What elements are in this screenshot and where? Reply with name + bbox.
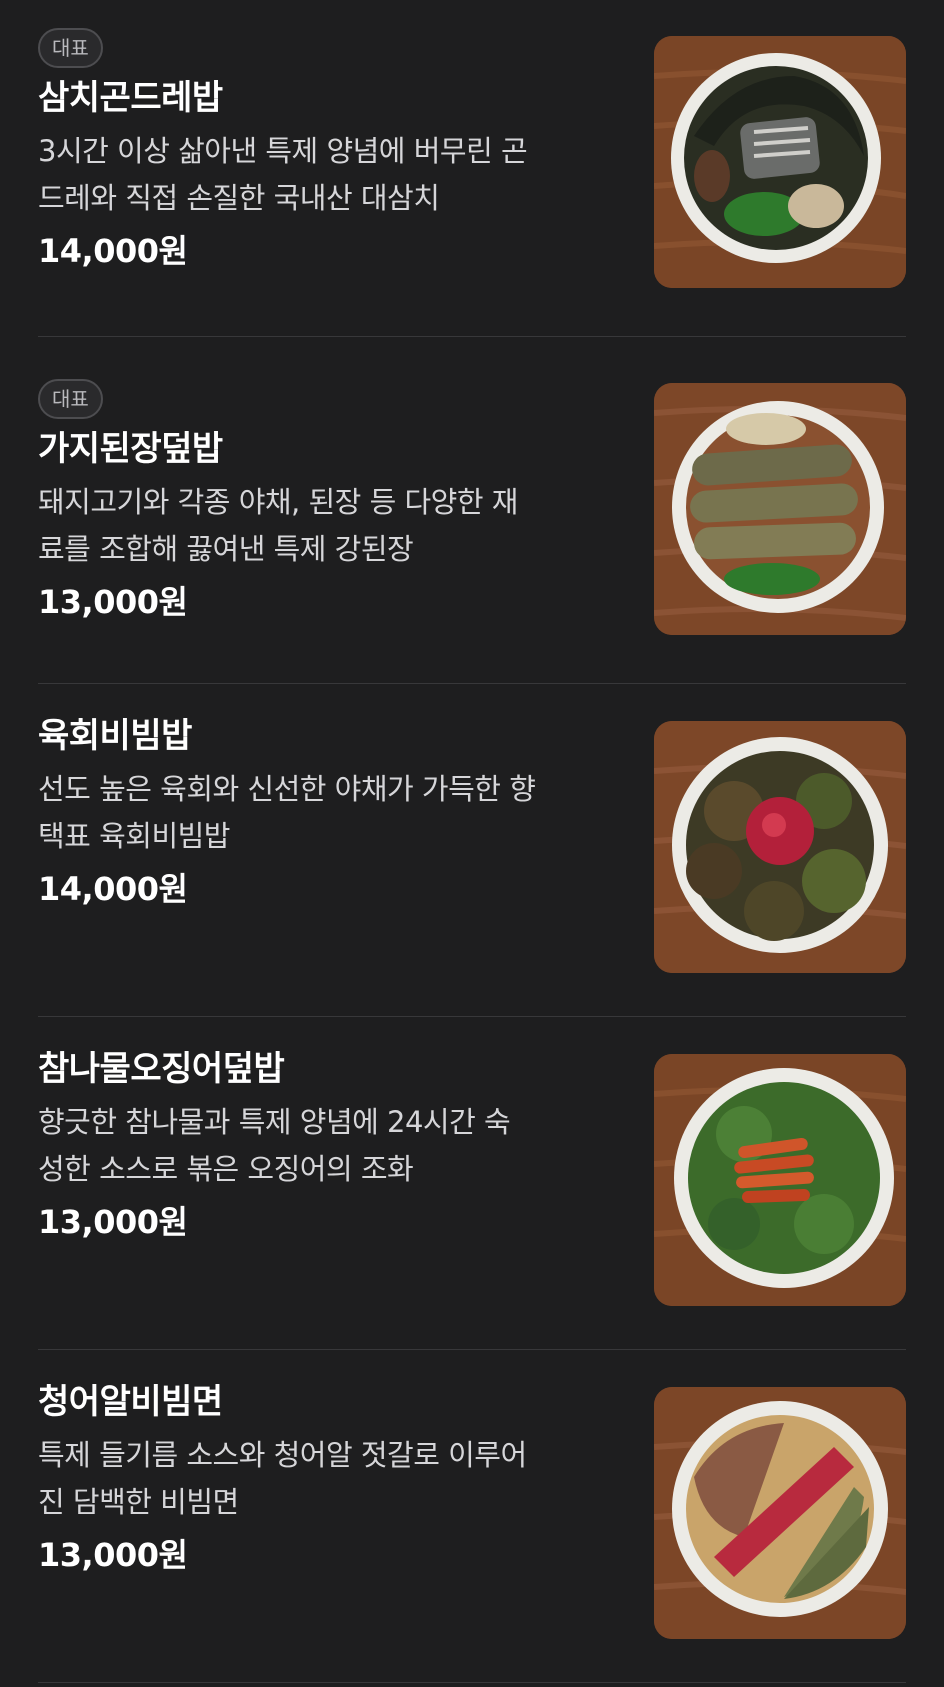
menu-item-description: 향긋한 참나물과 특제 양념에 24시간 숙 성한 소스로 볶은 오징어의 조화 — [38, 1099, 608, 1193]
signature-badge: 대표 — [38, 28, 103, 68]
description-line: 택표 육회비빔밥 — [38, 819, 230, 853]
menu-item-description: 돼지고기와 각종 야채, 된장 등 다양한 재 료를 조합해 끓여낸 특제 강된… — [38, 479, 608, 573]
menu-item-price: 14,000원 — [38, 870, 188, 908]
description-line: 성한 소스로 볶은 오징어의 조화 — [38, 1152, 414, 1186]
signature-badge: 대표 — [38, 379, 103, 419]
menu-item-samchi-gondre-bap[interactable]: 대표 삼치곤드레밥 3시간 이상 삶아낸 특제 양념에 버무린 곤 드레와 직접… — [38, 0, 906, 337]
menu-item-text: 참나물오징어덮밥 향긋한 참나물과 특제 양념에 24시간 숙 성한 소스로 볶… — [38, 1047, 608, 1247]
menu-item-name: 청어알비빔면 — [38, 1382, 223, 1422]
chamnamul-squid-bowl-photo[interactable] — [654, 1054, 906, 1306]
menu-item-description: 3시간 이상 삶아낸 특제 양념에 버무린 곤 드레와 직접 손질한 국내산 대… — [38, 128, 608, 222]
description-line: 선도 높은 육회와 신선한 야채가 가득한 향 — [38, 772, 536, 806]
menu-item-name: 육회비빔밥 — [38, 716, 192, 756]
herring-roe-bibimmyeon-bowl-photo[interactable] — [654, 1387, 906, 1639]
eggplant-doenjang-bowl-photo[interactable] — [654, 383, 906, 635]
menu-item-description: 선도 높은 육회와 신선한 야채가 가득한 향 택표 육회비빔밥 — [38, 766, 608, 860]
menu-list: 대표 삼치곤드레밥 3시간 이상 삶아낸 특제 양념에 버무린 곤 드레와 직접… — [0, 0, 944, 1683]
description-line: 3시간 이상 삶아낸 특제 양념에 버무린 곤 — [38, 134, 528, 168]
menu-item-chamnamul-ojingeo-deopbap[interactable]: 참나물오징어덮밥 향긋한 참나물과 특제 양념에 24시간 숙 성한 소스로 볶… — [38, 1017, 906, 1350]
menu-item-gaji-doenjang-deopbap[interactable]: 대표 가지된장덮밥 돼지고기와 각종 야채, 된장 등 다양한 재 료를 조합해… — [38, 337, 906, 684]
menu-item-text: 육회비빔밥 선도 높은 육회와 신선한 야채가 가득한 향 택표 육회비빔밥 1… — [38, 714, 608, 914]
description-line: 진 담백한 비빔면 — [38, 1485, 239, 1519]
menu-item-price: 13,000원 — [38, 1536, 188, 1574]
menu-item-price: 14,000원 — [38, 232, 188, 270]
menu-item-text: 청어알비빔면 특제 들기름 소스와 청어알 젓갈로 이루어 진 담백한 비빔면 … — [38, 1380, 608, 1580]
menu-item-name: 가지된장덮밥 — [38, 429, 223, 469]
menu-item-text: 대표 가지된장덮밥 돼지고기와 각종 야채, 된장 등 다양한 재 료를 조합해… — [38, 379, 608, 627]
menu-item-name: 삼치곤드레밥 — [38, 78, 223, 118]
description-line: 향긋한 참나물과 특제 양념에 24시간 숙 — [38, 1105, 511, 1139]
description-line: 특제 들기름 소스와 청어알 젓갈로 이루어 — [38, 1438, 527, 1472]
menu-item-text: 대표 삼치곤드레밥 3시간 이상 삶아낸 특제 양념에 버무린 곤 드레와 직접… — [38, 28, 608, 276]
menu-item-name: 참나물오징어덮밥 — [38, 1049, 285, 1089]
yukhoe-bibimbap-bowl-photo[interactable] — [654, 721, 906, 973]
description-line: 돼지고기와 각종 야채, 된장 등 다양한 재 — [38, 485, 518, 519]
menu-item-cheongeoal-bibimmyeon[interactable]: 청어알비빔면 특제 들기름 소스와 청어알 젓갈로 이루어 진 담백한 비빔면 … — [38, 1350, 906, 1683]
description-line: 료를 조합해 끓여낸 특제 강된장 — [38, 532, 414, 566]
menu-item-price: 13,000원 — [38, 1203, 188, 1241]
samchi-gondre-bowl-photo[interactable] — [654, 36, 906, 288]
menu-item-description: 특제 들기름 소스와 청어알 젓갈로 이루어 진 담백한 비빔면 — [38, 1432, 608, 1526]
description-line: 드레와 직접 손질한 국내산 대삼치 — [38, 181, 440, 215]
menu-item-yukhoe-bibimbap[interactable]: 육회비빔밥 선도 높은 육회와 신선한 야채가 가득한 향 택표 육회비빔밥 1… — [38, 684, 906, 1017]
menu-item-price: 13,000원 — [38, 583, 188, 621]
